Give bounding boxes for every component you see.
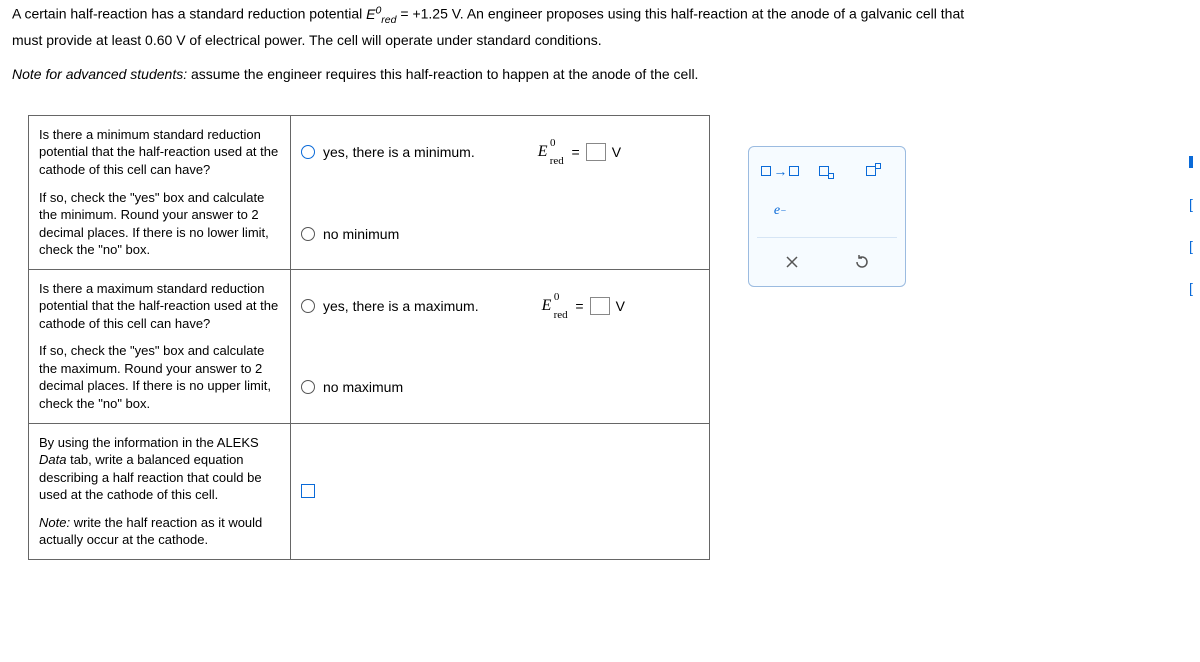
ered-symbol-max: E0red [542, 297, 552, 315]
problem-line1a: A certain half-reaction has a standard r… [12, 6, 366, 22]
question-eq-text: By using the information in the ALEKS Da… [29, 424, 291, 559]
side-icon-1[interactable] [1184, 155, 1198, 169]
side-icon-3[interactable]: [ [1184, 239, 1198, 253]
equals-sign: = [572, 144, 580, 160]
min-formula: E0red = V [538, 143, 621, 161]
side-toolbar: [ [ [ [1184, 155, 1198, 295]
question-row-minimum: Is there a minimum standard reduction po… [29, 116, 709, 270]
note-text: assume the engineer requires this half-r… [187, 66, 698, 82]
max-formula: E0red = V [542, 297, 625, 315]
question-row-equation: By using the information in the ALEKS Da… [29, 424, 709, 560]
tool-clear[interactable] [773, 248, 811, 276]
radio-max-yes[interactable] [301, 299, 315, 313]
question-max-text: Is there a maximum standard reduction po… [29, 270, 291, 423]
tool-spacer2 [855, 197, 893, 225]
tool-electron[interactable]: e− [761, 197, 799, 225]
radio-min-no[interactable] [301, 227, 315, 241]
tool-reset[interactable] [843, 248, 881, 276]
q1-part2: If so, check the "yes" box and calculate… [39, 189, 280, 259]
symbol-toolbox: → e− [748, 146, 906, 287]
label-max-yes: yes, there is a maximum. [323, 298, 479, 314]
side-icon-2[interactable]: [ [1184, 197, 1198, 211]
radio-max-no[interactable] [301, 380, 315, 394]
ered-symbol-inline: E0red [366, 6, 396, 22]
problem-line1b: = +1.25 V. An engineer proposes using th… [396, 6, 964, 22]
answer-table: Is there a minimum standard reduction po… [28, 115, 710, 560]
tool-spacer [808, 197, 846, 225]
problem-statement: A certain half-reaction has a standard r… [0, 0, 1200, 87]
note-label: Note for advanced students: [12, 66, 187, 82]
tool-subscript[interactable] [808, 157, 846, 185]
label-min-no: no minimum [323, 226, 399, 242]
min-value-input[interactable] [586, 143, 606, 161]
min-unit: V [612, 144, 621, 160]
radio-min-yes[interactable] [301, 145, 315, 159]
ered-symbol-min: E0red [538, 143, 548, 161]
tool-yields[interactable]: → [761, 157, 799, 185]
q3-part1: By using the information in the ALEKS Da… [39, 434, 280, 504]
tool-superscript[interactable] [855, 157, 893, 185]
problem-line2: must provide at least 0.60 V of electric… [12, 29, 1188, 53]
q1-part1: Is there a minimum standard reduction po… [39, 126, 280, 179]
label-max-no: no maximum [323, 379, 403, 395]
label-min-yes: yes, there is a minimum. [323, 144, 475, 160]
q2-part2: If so, check the "yes" box and calculate… [39, 342, 280, 412]
max-unit: V [616, 298, 625, 314]
question-row-maximum: Is there a maximum standard reduction po… [29, 270, 709, 424]
max-value-input[interactable] [590, 297, 610, 315]
side-icon-4[interactable]: [ [1184, 281, 1198, 295]
q2-part1: Is there a maximum standard reduction po… [39, 280, 280, 333]
q3-part2: Note: write the half reaction as it woul… [39, 514, 280, 549]
equation-input[interactable] [301, 484, 315, 498]
question-min-text: Is there a minimum standard reduction po… [29, 116, 291, 269]
equals-sign-2: = [575, 298, 583, 314]
